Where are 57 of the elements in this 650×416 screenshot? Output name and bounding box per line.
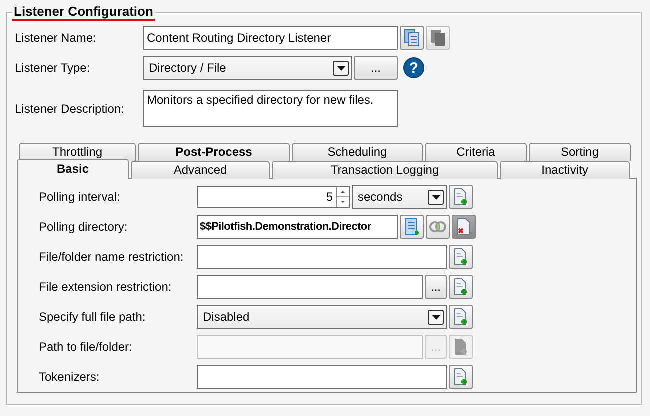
document-add-icon bbox=[454, 278, 468, 296]
notes-button[interactable] bbox=[400, 215, 424, 239]
delete-button[interactable] bbox=[452, 215, 476, 239]
paste-button[interactable] bbox=[426, 26, 450, 50]
notepad-icon bbox=[405, 218, 419, 236]
field-label: File extension restriction: bbox=[39, 280, 173, 294]
unit-dropdown[interactable]: seconds bbox=[352, 185, 447, 209]
pages-icon bbox=[430, 29, 446, 47]
tab[interactable]: Throttling bbox=[19, 143, 136, 161]
text-field[interactable] bbox=[197, 275, 423, 299]
tab[interactable]: Basic bbox=[17, 159, 129, 179]
browse-button[interactable]: ... bbox=[354, 56, 398, 80]
document-add-icon bbox=[454, 248, 468, 266]
add-button[interactable] bbox=[449, 275, 473, 299]
text-field[interactable] bbox=[197, 365, 447, 389]
tab[interactable]: Scheduling bbox=[292, 143, 423, 161]
caret-icon bbox=[432, 194, 440, 200]
field-label: Listener Name: bbox=[15, 31, 98, 45]
tab[interactable]: Inactivity bbox=[500, 161, 630, 179]
document-delete-icon bbox=[457, 218, 471, 236]
group-title: Listener Configuration bbox=[12, 4, 156, 21]
text-field[interactable] bbox=[197, 245, 447, 269]
caret-icon bbox=[336, 66, 346, 70]
field-label: Listener Description: bbox=[15, 102, 126, 116]
add-button[interactable] bbox=[449, 365, 473, 389]
field-label: Polling directory: bbox=[39, 220, 129, 234]
field-label: Tokenizers: bbox=[39, 370, 101, 384]
help-icon[interactable]: ? bbox=[403, 57, 425, 79]
document-add-icon bbox=[454, 308, 468, 326]
copy-icon bbox=[404, 29, 420, 47]
tab[interactable]: Advanced bbox=[131, 161, 270, 179]
add-button[interactable] bbox=[449, 305, 473, 329]
document-add-icon bbox=[454, 188, 468, 206]
tab[interactable]: Sorting bbox=[529, 143, 631, 161]
field-label: Polling interval: bbox=[39, 190, 122, 204]
add-button[interactable] bbox=[449, 245, 473, 269]
caret-icon bbox=[432, 314, 440, 320]
copy-button[interactable] bbox=[400, 26, 424, 50]
rings-icon bbox=[429, 221, 447, 233]
add-button[interactable] bbox=[449, 185, 473, 209]
listener-name-field[interactable]: Content Routing Directory Listener bbox=[143, 26, 398, 50]
field-label: Specify full file path: bbox=[39, 310, 147, 324]
document-add-icon bbox=[454, 368, 468, 386]
field-label: File/folder name restriction: bbox=[39, 250, 185, 264]
listener-type-dropdown[interactable]: Directory / File bbox=[143, 56, 352, 80]
link-button[interactable] bbox=[426, 215, 450, 239]
tab[interactable]: Transaction Logging bbox=[272, 161, 498, 179]
number-spinner[interactable]: 5 bbox=[197, 186, 350, 208]
field-label: Path to file/folder: bbox=[39, 340, 134, 354]
field-label: Listener Type: bbox=[15, 61, 92, 75]
tab[interactable]: Post-Process bbox=[138, 143, 290, 161]
document-add-icon bbox=[454, 338, 468, 356]
browse-button[interactable]: ... bbox=[425, 275, 447, 299]
description-field[interactable]: Monitors a specified directory for new files. bbox=[143, 90, 398, 127]
directory-field[interactable]: $$Pilotfish.Demonstration.Director bbox=[197, 215, 398, 239]
tab[interactable]: Criteria bbox=[425, 143, 527, 161]
dropdown[interactable]: Disabled bbox=[197, 305, 447, 329]
